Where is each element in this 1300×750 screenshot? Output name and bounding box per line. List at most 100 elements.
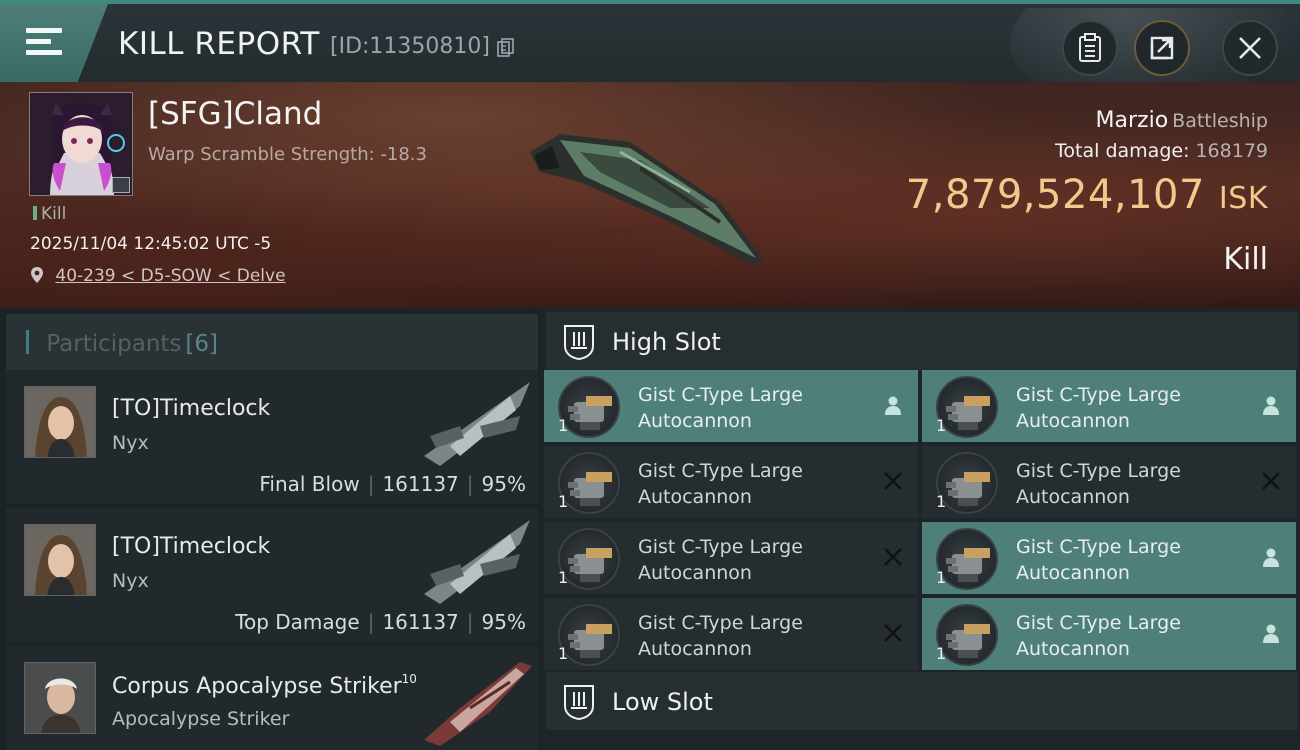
page-title: KILL REPORT: [118, 26, 320, 62]
module-name-line2: Autocannon: [638, 638, 752, 660]
copy-icon[interactable]: [497, 38, 515, 58]
dropped-icon: [1263, 548, 1279, 567]
participants-panel: Participants [6] [TO]Timeclock Nyx Final …: [0, 308, 540, 750]
participant-ship: Nyx: [112, 432, 149, 454]
participant-stats: Top Damage | 161137 | 95%: [235, 610, 526, 634]
module-item[interactable]: 1 Gist C-Type Large Autocannon: [922, 522, 1296, 594]
dropped-icon: [1263, 396, 1279, 415]
close-icon: [1239, 37, 1261, 59]
module-item[interactable]: 1 Gist C-Type Large Autocannon: [922, 446, 1296, 518]
module-name: Gist C-Type Large Autocannon: [1016, 534, 1236, 586]
avatar-badge: [112, 177, 130, 193]
destroyed-icon: [884, 548, 902, 566]
module-item[interactable]: 1 Gist C-Type Large Autocannon: [544, 446, 918, 518]
high-slot-header: High Slot: [546, 312, 1298, 370]
isk-unit: ISK: [1218, 181, 1268, 216]
participants-count: [6]: [185, 331, 219, 357]
module-name-line1: Gist C-Type Large: [1016, 384, 1181, 406]
participant-row[interactable]: [TO]Timeclock Nyx Top Damage | 161137 | 95%: [6, 508, 538, 642]
victim-ship: Marzio Battleship: [1096, 108, 1268, 133]
module-quantity: 1: [558, 644, 569, 663]
high-slot-title: High Slot: [612, 328, 721, 356]
destroyed-icon: [884, 624, 902, 642]
module-item[interactable]: 1 Gist C-Type Large Autocannon: [922, 370, 1296, 442]
module-item[interactable]: 1 Gist C-Type Large Autocannon: [544, 370, 918, 442]
isk-amount: 7,879,524,107: [905, 172, 1205, 218]
participant-ship-image: [424, 382, 530, 466]
module-quantity: 1: [936, 568, 947, 587]
module-name: Gist C-Type Large Autocannon: [638, 610, 858, 662]
module-name-line2: Autocannon: [638, 410, 752, 432]
report-id: [ID:11350810]: [330, 34, 490, 59]
total-damage: Total damage: 168179: [1055, 140, 1268, 162]
participant-ship-image: [424, 662, 532, 746]
warp-scramble-strength: Warp Scramble Strength: -18.3: [148, 144, 427, 165]
module-name-line2: Autocannon: [638, 562, 752, 584]
participant-avatar: [24, 524, 96, 596]
module-name: Gist C-Type Large Autocannon: [1016, 458, 1236, 510]
fitting-panel: High Slot 1 Gist C-Type Large Autocannon 1 G…: [540, 308, 1300, 750]
participant-row[interactable]: Corpus Apocalypse Striker10 Apocalypse S…: [6, 646, 538, 750]
participant-role: Top Damage: [235, 610, 360, 634]
share-icon: [1150, 36, 1174, 60]
participants-label: Participants: [46, 331, 182, 357]
participant-damage: 161137: [382, 472, 459, 496]
module-name-line2: Autocannon: [1016, 562, 1130, 584]
participant-ship: Nyx: [112, 570, 149, 592]
module-name-line1: Gist C-Type Large: [1016, 460, 1181, 482]
module-quantity: 1: [936, 492, 947, 511]
participants-title: Participants [6]: [26, 330, 218, 357]
module-name-line1: Gist C-Type Large: [638, 612, 803, 634]
participant-damage: 161137: [382, 610, 459, 634]
close-button[interactable]: [1222, 20, 1278, 76]
module-name-line2: Autocannon: [638, 486, 752, 508]
location-pin-icon: [31, 267, 43, 283]
participants-header: Participants [6]: [6, 314, 538, 372]
module-name: Gist C-Type Large Autocannon: [638, 382, 858, 434]
participant-percent: 95%: [481, 610, 526, 634]
low-slot-title: Low Slot: [612, 688, 713, 716]
module-name: Gist C-Type Large Autocannon: [638, 458, 858, 510]
module-item[interactable]: 1 Gist C-Type Large Autocannon: [544, 522, 918, 594]
kill-datetime: 2025/11/04 12:45:02 UTC -5: [30, 234, 272, 254]
total-damage-value: 168179: [1195, 140, 1268, 162]
participant-stats: Final Blow | 161137 | 95%: [259, 472, 526, 496]
participant-avatar: [24, 662, 96, 734]
module-name-line1: Gist C-Type Large: [638, 384, 803, 406]
module-quantity: 1: [558, 416, 569, 435]
victim-avatar[interactable]: [29, 92, 133, 196]
participant-row[interactable]: [TO]Timeclock Nyx Final Blow | 161137 | 95%: [6, 370, 538, 504]
menu-icon[interactable]: [26, 28, 62, 58]
module-quantity: 1: [558, 492, 569, 511]
isk-value: 7,879,524,107 ISK: [906, 172, 1268, 218]
participant-name: [TO]Timeclock: [112, 534, 271, 559]
location-link[interactable]: 40-239 < D5-SOW < Delve: [55, 266, 285, 286]
module-quantity: 1: [936, 644, 947, 663]
total-damage-label: Total damage:: [1055, 140, 1190, 162]
participant-name-text: Corpus Apocalypse Striker: [112, 674, 402, 699]
slot-icon: [564, 325, 594, 360]
module-name-line1: Gist C-Type Large: [638, 460, 803, 482]
clipboard-button[interactable]: [1062, 20, 1118, 76]
destroyed-icon: [1262, 472, 1280, 490]
participant-percent: 95%: [481, 472, 526, 496]
participant-avatar: [24, 386, 96, 458]
participant-level: 10: [401, 672, 417, 686]
clipboard-icon: [1079, 33, 1101, 62]
ship-class: Battleship: [1172, 110, 1268, 132]
low-slot-header: Low Slot: [546, 672, 1298, 730]
module-quantity: 1: [936, 416, 947, 435]
module-item[interactable]: 1 Gist C-Type Large Autocannon: [922, 598, 1296, 670]
module-name-line1: Gist C-Type Large: [1016, 536, 1181, 558]
dropped-icon: [1263, 624, 1279, 643]
module-item[interactable]: 1 Gist C-Type Large Autocannon: [544, 598, 918, 670]
module-name-line2: Autocannon: [1016, 486, 1130, 508]
module-quantity: 1: [558, 568, 569, 587]
kill-location: 40-239 < D5-SOW < Delve: [30, 266, 286, 286]
module-name-line2: Autocannon: [1016, 410, 1130, 432]
kill-status-tag: Kill: [33, 204, 66, 224]
destroyed-icon: [884, 472, 902, 490]
menu-tab[interactable]: [0, 4, 108, 82]
participant-ship-image: [424, 520, 530, 604]
share-button[interactable]: [1134, 20, 1190, 76]
